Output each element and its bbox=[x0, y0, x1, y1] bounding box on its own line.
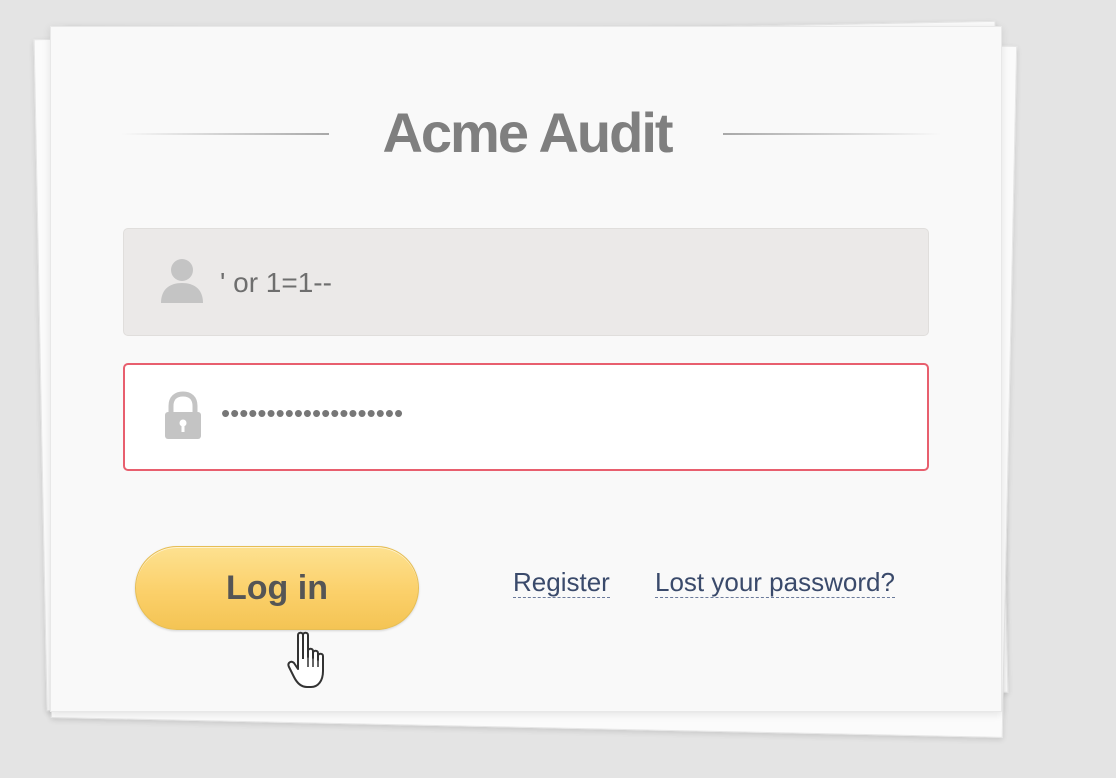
register-link[interactable]: Register bbox=[513, 567, 610, 598]
title-row: Acme Audit bbox=[121, 101, 941, 165]
password-field[interactable]: •••••••••••••••••••• bbox=[123, 363, 929, 471]
username-field[interactable]: ' or 1=1-- bbox=[123, 228, 929, 336]
username-value: ' or 1=1-- bbox=[220, 267, 332, 298]
title-divider-left bbox=[121, 133, 329, 135]
hand-cursor-icon bbox=[287, 631, 339, 693]
title-divider-right bbox=[723, 133, 941, 135]
user-icon bbox=[158, 255, 206, 305]
password-value: •••••••••••••••••••• bbox=[221, 398, 404, 428]
login-card: Acme Audit ' or 1=1-- ••••••••••••••••••… bbox=[50, 26, 1002, 712]
login-button[interactable]: Log in bbox=[135, 546, 419, 630]
app-title: Acme Audit bbox=[382, 101, 673, 164]
lock-icon bbox=[159, 391, 207, 441]
lost-password-link[interactable]: Lost your password? bbox=[655, 567, 895, 598]
